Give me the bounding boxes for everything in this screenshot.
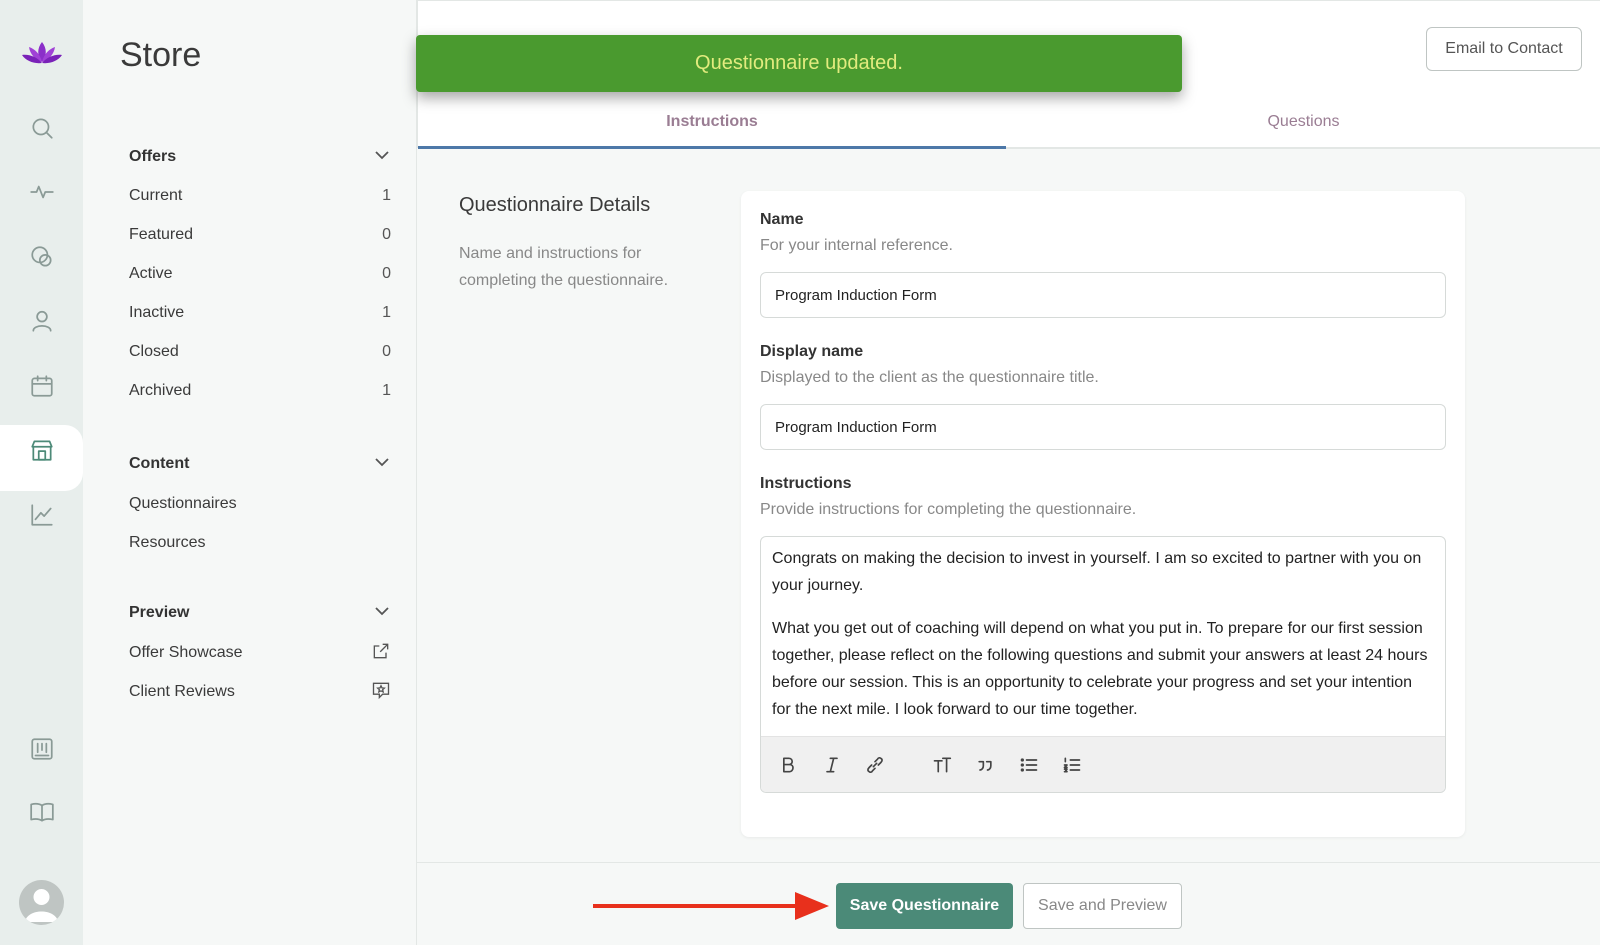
book-icon[interactable]	[26, 796, 58, 828]
instructions-paragraph: What you get out of coaching will depend…	[772, 620, 1428, 718]
instructions-help: Provide instructions for completing the …	[760, 501, 1137, 518]
instructions-paragraph: Congrats on making the decision to inves…	[772, 550, 1422, 594]
email-to-contact-button[interactable]: Email to Contact	[1426, 27, 1582, 71]
store-icon[interactable]	[26, 434, 58, 466]
save-and-preview-button[interactable]: Save and Preview	[1023, 883, 1182, 929]
board-icon[interactable]	[26, 733, 58, 765]
calendar-icon[interactable]	[26, 370, 58, 402]
bullet-list-icon[interactable]	[1017, 753, 1041, 777]
name-input[interactable]: Program Induction Form	[760, 272, 1446, 318]
count-badge: 0	[382, 265, 391, 282]
section-description: Name and instructions for completing the…	[459, 245, 669, 289]
chart-icon[interactable]	[26, 499, 58, 531]
nav-item-resources[interactable]: Resources	[129, 529, 391, 557]
italic-icon[interactable]	[820, 753, 844, 777]
count-badge: 1	[382, 187, 391, 204]
preview-heading[interactable]: Preview	[129, 604, 189, 622]
chat-icon[interactable]	[26, 241, 58, 273]
section-heading: Questionnaire Details	[459, 194, 651, 216]
count-badge: 0	[382, 343, 391, 360]
quote-icon[interactable]	[973, 753, 997, 777]
nav-item-client-reviews[interactable]: Client Reviews	[129, 678, 391, 706]
lotus-logo-icon[interactable]	[20, 38, 64, 72]
success-toast: Questionnaire updated.	[416, 35, 1182, 92]
tab-questions[interactable]: Questions	[1006, 97, 1600, 149]
nav-item-archived[interactable]: Archived 1	[129, 377, 391, 405]
annotation-arrow-icon	[593, 892, 829, 920]
count-badge: 0	[382, 226, 391, 243]
display-name-label: Display name	[760, 343, 864, 360]
nav-item-current[interactable]: Current 1	[129, 182, 391, 210]
chevron-down-icon[interactable]	[373, 146, 391, 164]
page-title: Store	[120, 36, 202, 74]
display-name-input[interactable]: Program Induction Form	[760, 404, 1446, 450]
icon-rail	[0, 0, 83, 945]
instructions-label: Instructions	[760, 475, 852, 492]
questionnaire-form-card: Name For your internal reference. Progra…	[741, 191, 1465, 837]
count-badge: 1	[382, 382, 391, 399]
offers-heading[interactable]: Offers	[129, 148, 176, 166]
name-help: For your internal reference.	[760, 237, 953, 254]
bold-icon[interactable]	[776, 753, 800, 777]
activity-icon[interactable]	[26, 176, 58, 208]
link-icon[interactable]	[863, 753, 887, 777]
form-footer: Save Questionnaire Save and Preview	[417, 862, 1600, 945]
name-label: Name	[760, 211, 804, 228]
main-panel: Email to Contact Instructions Questions …	[417, 0, 1600, 945]
nav-item-offer-showcase[interactable]: Offer Showcase	[129, 639, 391, 667]
store-nav: Store Offers Current 1 Featured 0 Active 0 …	[83, 0, 417, 945]
avatar[interactable]	[19, 880, 64, 925]
search-icon[interactable]	[26, 112, 58, 144]
chevron-down-icon[interactable]	[373, 453, 391, 471]
count-badge: 1	[382, 304, 391, 321]
nav-item-questionnaires[interactable]: Questionnaires	[129, 490, 391, 518]
display-name-help: Displayed to the client as the questionn…	[760, 369, 1099, 386]
nav-item-active[interactable]: Active 0	[129, 260, 391, 288]
editor-toolbar	[761, 736, 1445, 792]
external-link-icon	[371, 641, 391, 666]
nav-item-inactive[interactable]: Inactive 1	[129, 299, 391, 327]
chevron-down-icon[interactable]	[373, 602, 391, 620]
user-icon[interactable]	[26, 305, 58, 337]
nav-item-featured[interactable]: Featured 0	[129, 221, 391, 249]
heading-icon[interactable]	[930, 753, 954, 777]
tab-instructions[interactable]: Instructions	[418, 97, 1006, 149]
tab-bar: Instructions Questions	[418, 97, 1600, 149]
instructions-textarea[interactable]: Congrats on making the decision to inves…	[761, 537, 1445, 737]
numbered-list-icon[interactable]	[1060, 753, 1084, 777]
instructions-editor[interactable]: Congrats on making the decision to inves…	[760, 536, 1446, 793]
review-icon	[371, 680, 391, 705]
nav-item-closed[interactable]: Closed 0	[129, 338, 391, 366]
content-heading[interactable]: Content	[129, 455, 189, 473]
save-questionnaire-button[interactable]: Save Questionnaire	[836, 883, 1013, 929]
